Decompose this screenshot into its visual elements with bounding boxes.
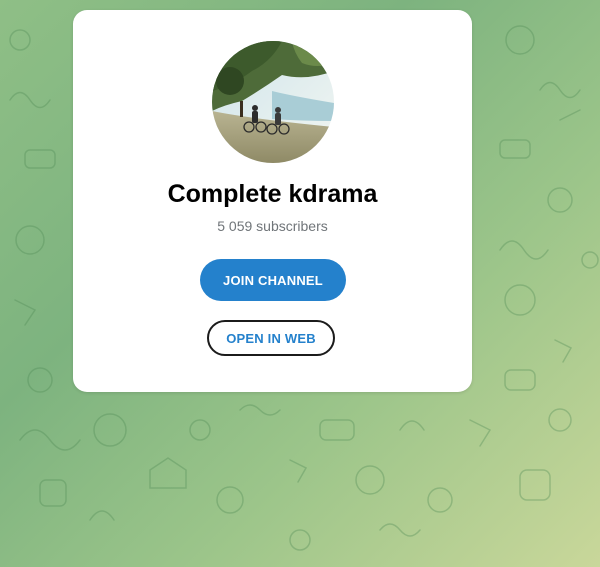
subscriber-count: 5 059 subscribers: [217, 218, 328, 234]
channel-card: Complete kdrama 5 059 subscribers JOIN C…: [73, 10, 472, 392]
channel-title: Complete kdrama: [167, 180, 378, 208]
open-in-web-button[interactable]: OPEN IN WEB: [207, 320, 335, 356]
channel-avatar-photo-icon: [212, 41, 334, 163]
join-channel-button[interactable]: JOIN CHANNEL: [200, 259, 346, 301]
channel-avatar: [212, 41, 334, 163]
